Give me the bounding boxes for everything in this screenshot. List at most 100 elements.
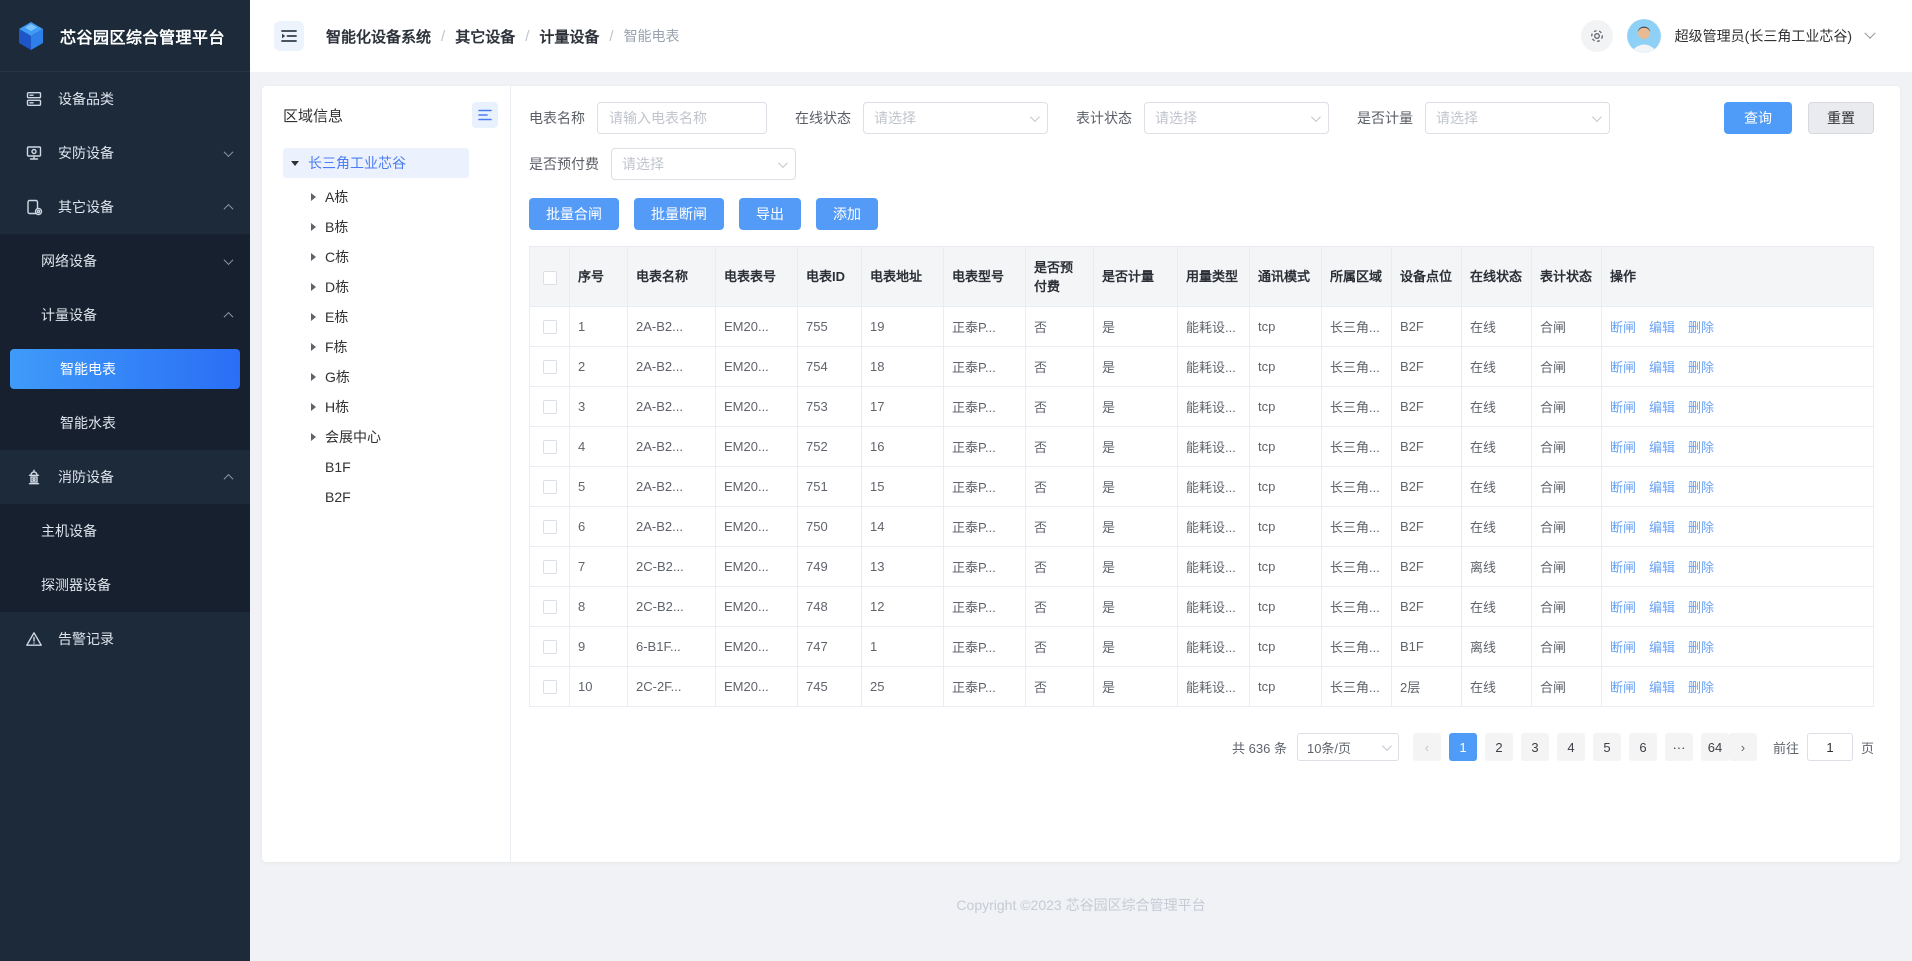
page-button-3[interactable]: 3 xyxy=(1521,733,1549,761)
sidebar-item-alarm-record[interactable]: 告警记录 xyxy=(0,612,250,666)
tree-node[interactable]: B1F xyxy=(283,452,498,482)
caret-right-icon[interactable] xyxy=(311,253,316,261)
tree-collapse-button[interactable] xyxy=(472,102,498,128)
search-button[interactable]: 查询 xyxy=(1724,102,1792,134)
row-action-delete[interactable]: 删除 xyxy=(1688,360,1714,375)
row-action-edit[interactable]: 编辑 xyxy=(1649,320,1675,335)
page-button-64[interactable]: 64 xyxy=(1701,733,1729,761)
page-button-5[interactable]: 5 xyxy=(1593,733,1621,761)
export-button[interactable]: 导出 xyxy=(739,198,801,230)
meter-name-input[interactable] xyxy=(597,102,767,134)
user-avatar[interactable] xyxy=(1627,19,1661,53)
sidebar-item-host-device[interactable]: 主机设备 xyxy=(0,504,250,558)
row-action-edit[interactable]: 编辑 xyxy=(1649,640,1675,655)
row-checkbox[interactable] xyxy=(543,600,557,614)
tree-node[interactable]: 会展中心 xyxy=(283,422,498,452)
select-all-checkbox[interactable] xyxy=(543,271,557,285)
row-action-open-switch[interactable]: 断闸 xyxy=(1610,400,1636,415)
row-action-open-switch[interactable]: 断闸 xyxy=(1610,440,1636,455)
caret-right-icon[interactable] xyxy=(311,403,316,411)
page-ellipsis-button[interactable]: ··· xyxy=(1665,733,1693,761)
tree-node[interactable]: E栋 xyxy=(283,302,498,332)
breadcrumb-item[interactable]: 智能化设备系统 xyxy=(326,26,431,47)
row-checkbox[interactable] xyxy=(543,680,557,694)
tree-node[interactable]: G栋 xyxy=(283,362,498,392)
caret-right-icon[interactable] xyxy=(311,433,316,441)
batch-open-switch-button[interactable]: 批量断闸 xyxy=(634,198,724,230)
row-action-open-switch[interactable]: 断闸 xyxy=(1610,360,1636,375)
row-action-delete[interactable]: 删除 xyxy=(1688,520,1714,535)
row-checkbox[interactable] xyxy=(543,360,557,374)
next-page-button[interactable]: › xyxy=(1729,733,1757,761)
online-status-select[interactable]: 请选择 xyxy=(863,102,1048,134)
row-action-edit[interactable]: 编辑 xyxy=(1649,560,1675,575)
page-size-select[interactable]: 10条/页 xyxy=(1297,733,1399,761)
sidebar-item-detector-device[interactable]: 探测器设备 xyxy=(0,558,250,612)
tree-node[interactable]: B栋 xyxy=(283,212,498,242)
sidebar-item-device-category[interactable]: 设备品类 xyxy=(0,72,250,126)
row-action-open-switch[interactable]: 断闸 xyxy=(1610,640,1636,655)
caret-right-icon[interactable] xyxy=(311,313,316,321)
tree-node[interactable]: C栋 xyxy=(283,242,498,272)
meter-status-select[interactable]: 请选择 xyxy=(1144,102,1329,134)
is-prepaid-select[interactable]: 请选择 xyxy=(611,148,796,180)
row-action-edit[interactable]: 编辑 xyxy=(1649,400,1675,415)
row-checkbox[interactable] xyxy=(543,400,557,414)
tree-node[interactable]: F栋 xyxy=(283,332,498,362)
row-action-edit[interactable]: 编辑 xyxy=(1649,480,1675,495)
page-button-4[interactable]: 4 xyxy=(1557,733,1585,761)
add-button[interactable]: 添加 xyxy=(816,198,878,230)
row-checkbox[interactable] xyxy=(543,640,557,654)
caret-right-icon[interactable] xyxy=(311,373,316,381)
row-action-delete[interactable]: 删除 xyxy=(1688,600,1714,615)
is-metering-select[interactable]: 请选择 xyxy=(1425,102,1610,134)
row-checkbox[interactable] xyxy=(543,480,557,494)
chevron-down-icon[interactable] xyxy=(1864,28,1875,39)
tree-node[interactable]: H栋 xyxy=(283,392,498,422)
sidebar-item-security-device[interactable]: 安防设备 xyxy=(0,126,250,180)
caret-right-icon[interactable] xyxy=(311,283,316,291)
settings-button[interactable] xyxy=(1581,20,1613,52)
row-action-delete[interactable]: 删除 xyxy=(1688,480,1714,495)
row-action-delete[interactable]: 删除 xyxy=(1688,640,1714,655)
row-checkbox[interactable] xyxy=(543,320,557,334)
page-button-1[interactable]: 1 xyxy=(1449,733,1477,761)
tree-node[interactable]: D栋 xyxy=(283,272,498,302)
row-action-open-switch[interactable]: 断闸 xyxy=(1610,560,1636,575)
row-action-edit[interactable]: 编辑 xyxy=(1649,520,1675,535)
row-action-open-switch[interactable]: 断闸 xyxy=(1610,320,1636,335)
row-action-delete[interactable]: 删除 xyxy=(1688,560,1714,575)
row-action-delete[interactable]: 删除 xyxy=(1688,400,1714,415)
caret-right-icon[interactable] xyxy=(311,193,316,201)
goto-page-input[interactable] xyxy=(1807,733,1853,761)
row-action-open-switch[interactable]: 断闸 xyxy=(1610,600,1636,615)
row-checkbox[interactable] xyxy=(543,440,557,454)
breadcrumb-item[interactable]: 其它设备 xyxy=(455,26,515,47)
row-checkbox[interactable] xyxy=(543,520,557,534)
row-action-delete[interactable]: 删除 xyxy=(1688,440,1714,455)
collapse-sidebar-button[interactable] xyxy=(274,21,304,51)
row-action-delete[interactable]: 删除 xyxy=(1688,680,1714,695)
sidebar-item-fire-device[interactable]: 消防设备 xyxy=(0,450,250,504)
breadcrumb-item[interactable]: 计量设备 xyxy=(539,26,599,47)
row-action-delete[interactable]: 删除 xyxy=(1688,320,1714,335)
user-menu[interactable]: 超级管理员(长三角工业芯谷) xyxy=(1675,26,1852,46)
row-action-open-switch[interactable]: 断闸 xyxy=(1610,680,1636,695)
sidebar-item-smart-electric-meter[interactable]: 智能电表 xyxy=(10,349,240,389)
row-action-edit[interactable]: 编辑 xyxy=(1649,680,1675,695)
row-action-open-switch[interactable]: 断闸 xyxy=(1610,520,1636,535)
row-checkbox[interactable] xyxy=(543,560,557,574)
caret-right-icon[interactable] xyxy=(311,223,316,231)
tree-node[interactable]: A栋 xyxy=(283,182,498,212)
tree-root-node[interactable]: 长三角工业芯谷 xyxy=(283,148,469,178)
batch-close-switch-button[interactable]: 批量合闸 xyxy=(529,198,619,230)
reset-button[interactable]: 重置 xyxy=(1808,102,1874,134)
sidebar-item-metering-device[interactable]: 计量设备 xyxy=(0,288,250,342)
row-action-edit[interactable]: 编辑 xyxy=(1649,360,1675,375)
prev-page-button[interactable]: ‹ xyxy=(1413,733,1441,761)
sidebar-item-network-device[interactable]: 网络设备 xyxy=(0,234,250,288)
row-action-open-switch[interactable]: 断闸 xyxy=(1610,480,1636,495)
tree-node[interactable]: B2F xyxy=(283,482,498,512)
sidebar-item-other-device[interactable]: 其它设备 xyxy=(0,180,250,234)
row-action-edit[interactable]: 编辑 xyxy=(1649,600,1675,615)
